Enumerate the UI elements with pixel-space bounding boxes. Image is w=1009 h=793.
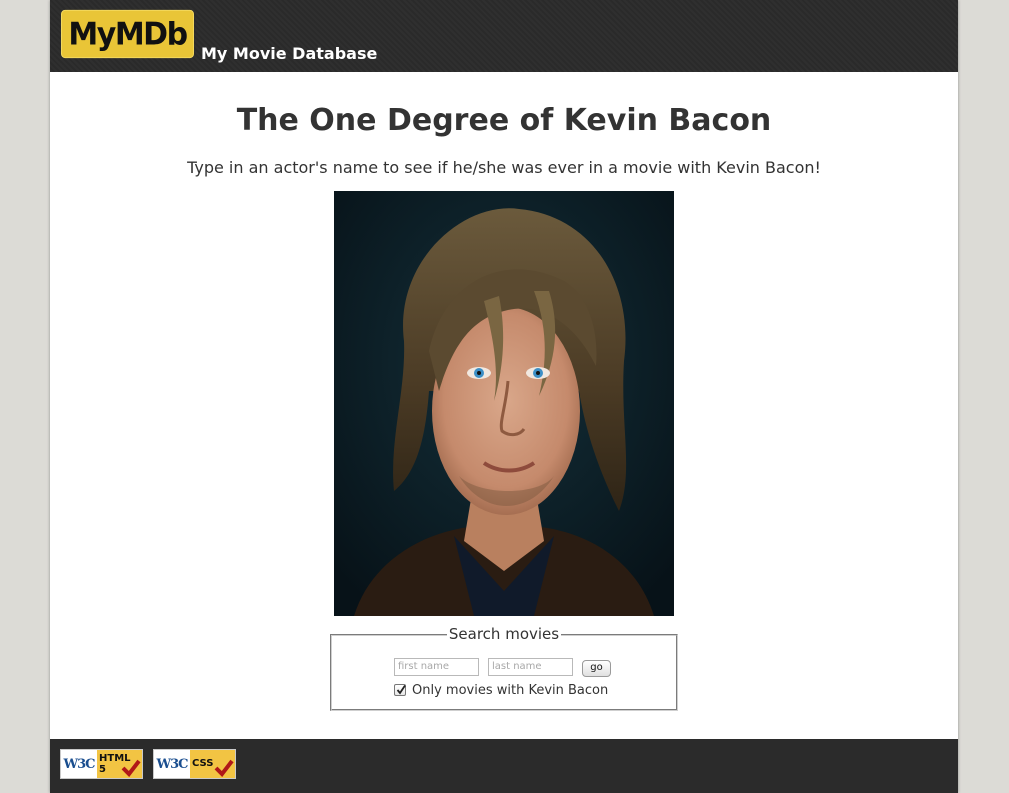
page-title: The One Degree of Kevin Bacon [236,103,772,138]
kevin-bacon-photo [334,191,674,616]
footer: W3C HTML 5 W3C CSS [50,739,958,793]
go-button[interactable]: go [582,660,611,677]
kevin-bacon-only-option: Only movies with Kevin Bacon [394,682,608,698]
page-frame: MyMDb My Movie Database The One Degree o… [50,0,958,793]
w3c-logo: W3C [156,756,189,772]
site-name: My Movie Database [201,44,378,63]
w3c-logo: W3C [63,756,96,772]
kevin-bacon-only-checkbox[interactable] [394,684,406,696]
w3c-css-badge[interactable]: W3C CSS [153,749,236,779]
w3c-html5-badge[interactable]: W3C HTML 5 [60,749,143,779]
checkmark-icon [396,685,406,695]
check-icon [121,759,141,777]
kevin-bacon-only-label: Only movies with Kevin Bacon [412,682,609,698]
portrait-illustration [334,191,674,616]
search-legend: Search movies [446,625,562,643]
badge-label: CSS [190,750,235,778]
first-name-input[interactable]: first name [394,658,479,676]
search-form: Search movies first name last name go On… [330,625,678,711]
header-banner: MyMDb My Movie Database [50,0,958,72]
last-name-input[interactable]: last name [488,658,573,676]
badge-label: HTML 5 [97,750,142,778]
site-logo[interactable]: MyMDb [61,9,194,59]
page-subtitle: Type in an actor's name to see if he/she… [187,158,821,177]
check-icon [214,759,234,777]
